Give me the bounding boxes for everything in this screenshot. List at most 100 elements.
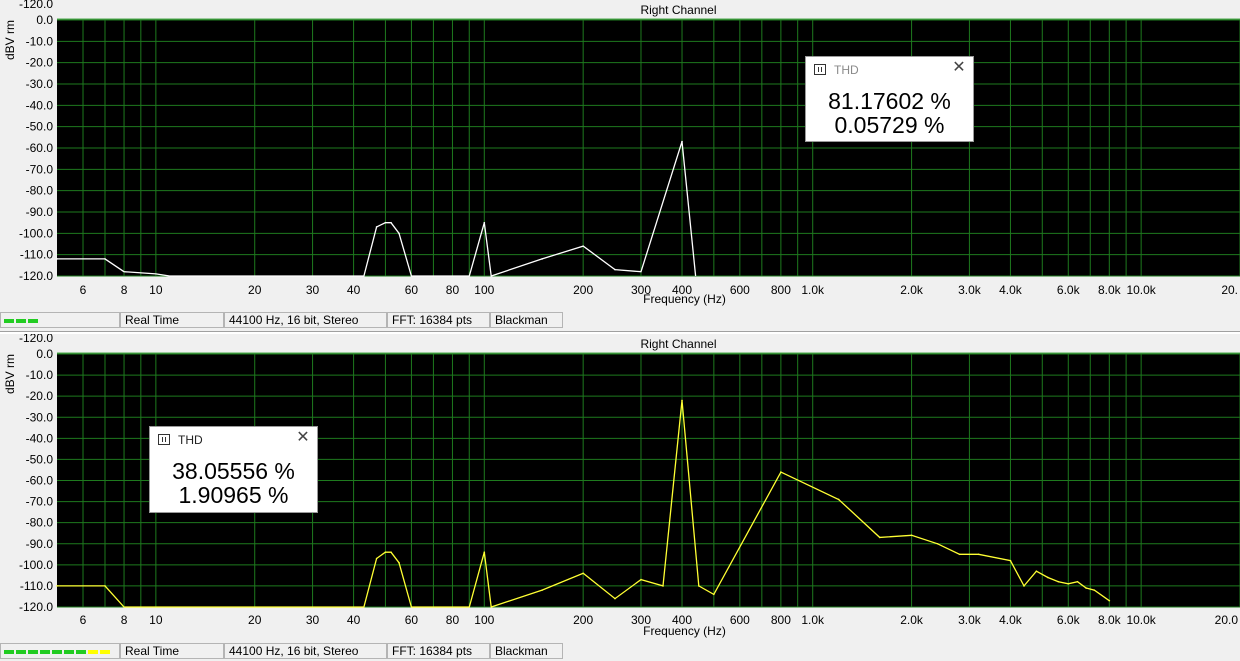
spectrum-point [977,553,980,556]
x-tick-label: 2.0k [900,613,924,627]
spectrum-point [582,572,584,575]
x-tick-label: 6 [80,283,87,297]
x-tick-label: 10.0k [1126,613,1156,627]
x-tick-label: 10 [149,283,163,297]
thd-titlebar[interactable]: THD ✕ [150,427,317,453]
thd-window-top[interactable]: THD ✕ 81.17602 % 0.05729 % [805,56,974,142]
chart-title: Right Channel [640,3,716,17]
y-tick-label: -100.0 [19,226,53,240]
thd-title: THD [178,433,203,447]
spectrum-point [713,593,715,596]
spectrum-point [541,589,543,591]
y-tick-label: -90.0 [26,205,54,219]
meter-segment-green [28,319,38,323]
spectrum-point [614,268,616,271]
thd-value-primary: 38.05556 % [172,458,295,484]
thd-value-secondary: 0.05729 % [834,112,945,138]
status-bar-top: Real Time 44100 Hz, 16 bit, Stereo FFT: … [0,310,1240,330]
meter-segment-green [4,319,14,323]
y-tick-label: -90.0 [26,537,54,551]
spectrum-point [104,258,106,260]
spectrum-point [878,536,881,539]
x-tick-label: 200 [573,283,593,297]
spectrum-point [662,585,664,587]
x-tick-label: 6 [80,613,87,627]
x-tick-label: 10 [149,613,163,627]
spectrum-point [1093,589,1096,591]
thd-window-bottom[interactable]: THD ✕ 38.05556 % 1.90965 % [149,426,318,513]
x-axis-label: Frequency (Hz) [643,292,726,306]
y-tick-label: -50.0 [26,120,54,134]
spectrum-point [1035,570,1038,572]
spectrum-point [398,561,400,564]
status-fft: FFT: 16384 pts [387,643,490,659]
x-tick-label: 40 [347,283,361,297]
x-tick-label: 100 [474,283,494,297]
x-tick-label: 8 [121,283,128,297]
status-format: 44100 Hz, 16 bit, Stereo [224,643,387,659]
y-tick-label: -40.0 [26,98,54,112]
meter-segment-green [16,650,26,654]
meter-segment-green [28,650,38,654]
x-tick-label: 1.0k [801,283,825,297]
spectrum-point [398,232,400,235]
spectrum-panel-bottom: Right Channel -120.0 0.0 -10.0 -20.0 -30.0 -40… [0,334,1240,661]
spectrum-point [1076,580,1079,583]
y-tick-label: -120.0 [19,600,53,614]
spectrum-point [936,542,939,545]
spectrum-point [698,585,700,587]
meter-segment-yellow [100,650,110,654]
x-tick-label: 40 [347,613,361,627]
x-axis-label: Frequency (Hz) [643,624,726,638]
thd-window-icon [158,434,170,445]
x-tick-label: 6.0k [1057,613,1081,627]
meter-segment-green [76,650,86,654]
y-tick-label: -80.0 [26,184,54,198]
x-tick-label: 30 [306,613,320,627]
x-tick-label: 8 [121,613,128,627]
thd-titlebar[interactable]: THD ✕ [806,57,973,83]
y-tick-label: -70.0 [26,162,54,176]
close-icon[interactable]: ✕ [295,430,311,446]
spectrum-point [483,221,486,224]
spectrum-point [582,245,584,247]
close-icon[interactable]: ✕ [951,60,967,76]
y-tick-label: -40.0 [26,431,54,445]
x-tick-label: 8.0k [1098,283,1122,297]
x-tick-label: 20.0 [1215,613,1239,627]
y-tick-label: -100.0 [19,558,53,572]
spectrum-point [384,221,387,224]
spectrum-point [384,551,387,553]
thd-value-primary: 81.17602 % [828,88,951,114]
meter-segment-green [52,650,62,654]
y-tick-label: -110.0 [20,248,53,262]
spectrum-point [1047,576,1049,579]
x-tick-label: 4.0k [999,283,1023,297]
spectrum-point [104,585,106,587]
status-window: Blackman [490,643,563,659]
y-tick-label: -80.0 [26,516,54,530]
x-tick-label: 4.0k [999,613,1023,627]
spectrum-point [1009,559,1012,562]
x-tick-label: 600 [730,613,750,627]
y-tick-label: -60.0 [26,141,54,155]
spectrum-point [375,226,378,228]
y-tick-label: -60.0 [26,474,54,488]
y-tick-label: -30.0 [26,410,54,424]
y-tick-label: -50.0 [26,452,54,466]
spectrum-point [958,553,961,556]
spectrum-point [1085,587,1087,589]
y-tick-label: -120.0 [19,0,53,11]
y-tick-label: -110.0 [20,579,53,593]
x-tick-label: 20 [248,613,262,627]
spectrum-point [390,551,392,553]
y-tick-label: -120.0 [19,269,53,283]
thd-title: THD [834,63,859,77]
x-tick-label: 6.0k [1057,283,1081,297]
y-tick-label: 0.0 [36,13,53,27]
spectrum-panel-top: Right Channel -120.0 0.0 -10.0 -20.0 -30.0 -40… [0,0,1240,330]
spectrum-chart-top[interactable]: Right Channel -120.0 0.0 -10.0 -20.0 -30.0 -40… [0,0,1240,308]
spectrum-point [780,471,782,473]
x-tick-label: 800 [771,283,791,297]
x-tick-label: 800 [771,613,791,627]
